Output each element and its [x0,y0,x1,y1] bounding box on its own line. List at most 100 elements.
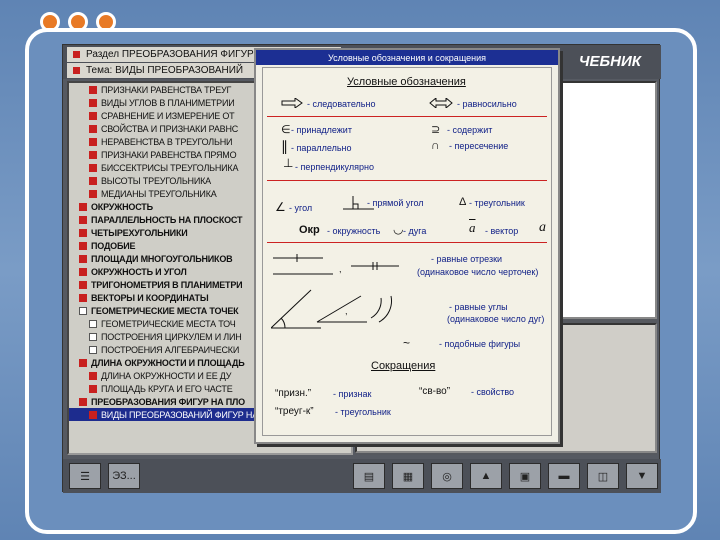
toolbar-button[interactable]: ☰ [69,463,101,489]
tree-item-label: ПОСТРОЕНИЯ АЛГЕБРАИЧЕСКИ [101,344,240,355]
red-square-icon [79,280,87,289]
tree-item-label: МЕДИАНЫ ТРЕУГОЛЬНИКА [101,188,217,199]
right-angle-label: - прямой угол [367,198,424,208]
dialog-body: Условные обозначения - следовательно - р… [262,67,552,436]
abbr-sign: “призн.” [275,388,312,399]
red-square-icon [89,150,97,159]
parallel-icon: ∥ [281,138,288,154]
divider [267,242,547,243]
app-title: ЧЕБНИК [578,53,641,70]
triangle-icon: Δ [459,196,467,208]
toolbar-button[interactable]: ◎ [431,463,463,489]
tree-item-label: БИССЕКТРИСЫ ТРЕУГОЛЬНИКА [101,162,239,173]
white-square-icon [89,345,97,354]
vector-a-letter: a [539,220,546,235]
toolbar-button[interactable]: ▣ [509,463,541,489]
red-square-icon [79,267,87,276]
red-square-icon [89,410,97,419]
intersection-label: - пересечение [449,141,509,151]
tree-item-label: ГЕОМЕТРИЧЕСКИЕ МЕСТА ТОЧ [101,318,236,329]
tree-item-label: ВИДЫ УГЛОВ В ПЛАНИМЕТРИИ [101,97,235,108]
parallel-label: - параллельно [291,143,352,153]
red-square-icon [89,137,97,146]
abbr-triangle-meaning: - треугольник [335,407,391,417]
abbr-property-meaning: - свойство [471,387,515,397]
toolbar-button[interactable]: ▦ [392,463,424,489]
implies-arrow-icon [281,98,303,108]
vector-a-symbol: a [469,220,476,235]
divider [267,116,547,117]
toolbar-button[interactable]: ▤ [353,463,385,489]
tree-item-label: ПЛОЩАДИ МНОГОУГОЛЬНИКОВ [91,253,233,264]
circle-label: - окружность [327,226,381,236]
toolbar-button[interactable]: ▼ [626,463,658,489]
similar-label: - подобные фигуры [439,339,521,349]
equal-segments-label: - равные отрезки [431,254,503,264]
white-square-icon [89,332,97,341]
red-square-icon [89,85,97,94]
abbr-triangle: “треуг-к” [275,406,314,417]
tree-item-label: ПРИЗНАКИ РАВЕНСТВА ПРЯМО [101,149,237,160]
red-square-icon [79,293,87,302]
vector-label: - вектор [485,226,519,236]
red-square-icon [89,111,97,120]
equivalence-arrow-icon [429,98,453,108]
similar-symbol: ~ [403,336,411,350]
abbr-sign-meaning: - признак [333,389,372,399]
abbreviations-heading: Сокращения [371,360,436,372]
tree-item-label: ДЛИНА ОКРУЖНОСТИ И ЕЕ ДУ [101,370,232,381]
belongs-label: - принадлежит [291,125,352,135]
tree-item-label: ПАРАЛЛЕЛЬНОСТЬ НА ПЛОСКОСТ [91,214,243,225]
triangle-label: - треугольник [469,198,525,208]
red-square-icon [79,358,87,367]
red-square-icon [79,241,87,250]
perpendicular-icon: ⊥ [283,156,294,170]
divider [267,180,547,181]
equal-segments-note: (одинаковое число черточек) [417,267,539,277]
red-square-icon [79,228,87,237]
red-square-icon [79,254,87,263]
red-square-icon [79,215,87,224]
perpendicular-label: - перпендикулярно [295,162,374,172]
arc-label: - дуга [403,226,427,236]
bottom-toolbar: ☰ ЭЗ... ▤ ▦ ◎ ▲ ▣ ▬ ◫ ▼ [63,459,661,493]
arc-icon: ◡ [393,222,404,236]
tree-item-label: ОКРУЖНОСТЬ [91,201,153,212]
legend-dialog: Условные обозначения и сокращения Условн… [254,48,560,444]
tree-item-label: ДЛИНА ОКРУЖНОСТИ И ПЛОЩАДЬ [91,357,245,368]
intersection-icon: ∩ [431,138,440,152]
segments-comma: , [339,264,342,274]
tree-item-label: ЧЕТЫРЕХУГОЛЬНИКИ [91,227,188,238]
contains-label: - содержит [447,125,493,135]
tree-item-label: ТРИГОНОМЕТРИЯ В ПЛАНИМЕТРИ [91,279,243,290]
tree-item-label: ПЛОЩАДЬ КРУГА И ЕГО ЧАСТЕ [101,383,233,394]
red-square-icon [89,124,97,133]
white-square-icon [89,319,97,328]
tree-item-label: ВЕКТОРЫ И КООРДИНАТЫ [91,292,209,303]
belongs-icon: ∈ [281,124,291,136]
angles-comma: , [345,306,348,316]
tree-item-label: ОКРУЖНОСТЬ И УГОЛ [91,266,187,277]
red-square-icon [89,371,97,380]
toolbar-button[interactable]: ▲ [470,463,502,489]
tree-item-label: ГЕОМЕТРИЧЕСКИЕ МЕСТА ТОЧЕК [91,305,239,316]
tree-item-label: ВЫСОТЫ ТРЕУГОЛЬНИКА [101,175,211,186]
dialog-title: Условные обозначения и сокращения [256,50,558,65]
tree-item-label: СВОЙСТВА И ПРИЗНАКИ РАВНС [101,123,239,134]
topic-marker-icon [73,67,80,74]
abbr-property: “св-во” [419,386,451,397]
toolbar-button[interactable]: ЭЗ... [108,463,140,489]
red-square-icon [89,176,97,185]
equivalent-label: - равносильно [457,99,517,109]
toolbar-button[interactable]: ◫ [587,463,619,489]
red-square-icon [79,202,87,211]
red-square-icon [89,384,97,393]
tree-item-label: НЕРАВЕНСТВА В ТРЕУГОЛЬНИ [101,136,233,147]
red-square-icon [89,189,97,198]
white-square-icon [79,306,87,315]
equal-angles-label: - равные углы [449,302,508,312]
tree-item-label: ПРЕОБРАЗОВАНИЯ ФИГУР НА ПЛО [91,396,245,407]
angle-icon: ∠ [275,200,286,214]
toolbar-button[interactable]: ▬ [548,463,580,489]
angle-label: - угол [289,203,313,213]
